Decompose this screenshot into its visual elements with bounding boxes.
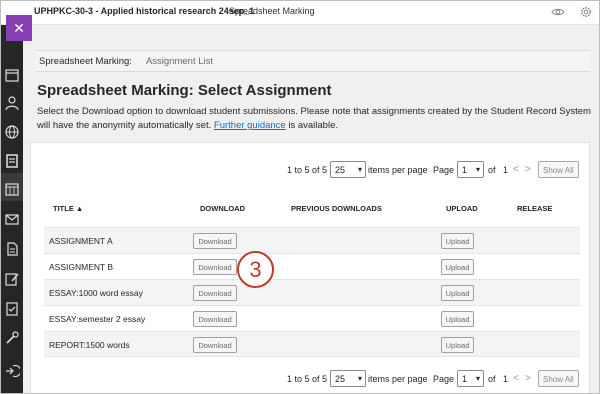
next-page-icon[interactable]: >	[525, 373, 531, 384]
close-button[interactable]: ✕	[6, 15, 32, 41]
page-select[interactable]: 1 ▾	[457, 370, 484, 387]
upload-button[interactable]: Upload	[441, 311, 474, 327]
instructions: Select the Download option to download s…	[37, 105, 593, 133]
spreadsheet-icon[interactable]	[4, 153, 20, 169]
download-button[interactable]: Download	[193, 285, 237, 301]
tools-icon[interactable]	[4, 330, 20, 346]
column-header-title[interactable]: TITLE ▲	[53, 204, 83, 213]
assignment-title: REPORT:1500 words	[49, 340, 130, 350]
breadcrumb-root[interactable]: Spreadsheet Marking:	[39, 56, 132, 67]
assignment-title: ESSAY:semester 2 essay	[49, 314, 146, 324]
breadcrumb-current: Assignment List	[145, 56, 214, 67]
tab-spreadsheet-marking[interactable]: Spreadsheet Marking	[229, 6, 315, 16]
chevron-down-icon: ▾	[357, 165, 362, 174]
globe-icon[interactable]	[4, 124, 20, 140]
chevron-down-icon: ▾	[475, 374, 480, 383]
left-nav	[1, 25, 23, 393]
column-header-previous-downloads: PREVIOUS DOWNLOADS	[291, 204, 382, 213]
calendar-grid-icon[interactable]	[4, 67, 20, 83]
people-icon[interactable]	[4, 95, 20, 111]
show-all-button[interactable]: Show All	[538, 161, 579, 178]
upload-button[interactable]: Upload	[441, 259, 474, 275]
main-content: Spreadsheet Marking: Assignment List Spre…	[23, 25, 599, 393]
table-row: ASSIGNMENT B Download Upload	[44, 253, 580, 279]
chevron-down-icon: ▾	[475, 165, 480, 174]
further-guidance-link[interactable]: Further guidance	[214, 120, 286, 131]
items-per-page-select[interactable]: 25 ▾	[330, 161, 366, 178]
pager-range: 1 to 5 of 5	[287, 165, 328, 175]
mail-icon[interactable]	[4, 211, 20, 227]
breadcrumb: Spreadsheet Marking: Assignment List	[36, 50, 590, 72]
column-header-download: DOWNLOAD	[200, 204, 245, 213]
preview-eye-icon[interactable]	[551, 5, 565, 19]
column-header-upload: UPLOAD	[446, 204, 478, 213]
calendar-icon[interactable]	[4, 181, 20, 197]
total-pages: 1	[503, 165, 509, 175]
logout-icon[interactable]	[4, 363, 22, 379]
close-icon: ✕	[13, 19, 25, 36]
table-row: ASSIGNMENT A Download Upload	[44, 227, 580, 253]
prev-page-icon[interactable]: <	[513, 373, 519, 384]
upload-button[interactable]: Upload	[441, 337, 474, 353]
settings-gear-icon[interactable]	[579, 5, 593, 19]
document-icon[interactable]	[4, 241, 20, 257]
course-title: UPHPKC-30-3 - Applied historical researc…	[34, 6, 255, 16]
of-label: of	[488, 374, 496, 384]
assignments-panel: 1 to 5 of 5 25 ▾ items per page Page 1 ▾ o…	[30, 142, 590, 393]
prev-page-icon[interactable]: <	[513, 164, 519, 175]
items-per-page-label: items per page	[368, 165, 428, 175]
app-window: UPHPKC-30-3 - Applied historical researc…	[0, 0, 600, 394]
next-page-icon[interactable]: >	[525, 164, 531, 175]
top-bar: UPHPKC-30-3 - Applied historical researc…	[1, 1, 599, 25]
chevron-down-icon: ▾	[357, 374, 362, 383]
download-button[interactable]: Download	[193, 233, 237, 249]
pager-top: 1 to 5 of 5 25 ▾ items per page Page 1 ▾ o…	[287, 161, 587, 179]
table-row: REPORT:1500 words Download Upload	[44, 331, 580, 357]
assignment-title: ASSIGNMENT A	[49, 236, 113, 246]
page-select[interactable]: 1 ▾	[457, 161, 484, 178]
upload-button[interactable]: Upload	[441, 233, 474, 249]
grades-icon[interactable]	[4, 301, 20, 317]
table-row: ESSAY:1000 word essay Download Upload	[44, 279, 580, 305]
total-pages: 1	[503, 374, 509, 384]
instructions-suffix: is available.	[288, 120, 338, 131]
table-row: ESSAY:semester 2 essay Download Upload	[44, 305, 580, 331]
column-header-release: RELEASE	[517, 204, 553, 213]
download-button[interactable]: Download	[193, 259, 237, 275]
download-button[interactable]: Download	[193, 337, 237, 353]
of-label: of	[488, 165, 496, 175]
pager-bottom: 1 to 5 of 5 25 ▾ items per page Page 1 ▾ o…	[287, 370, 587, 388]
assignment-title: ASSIGNMENT B	[49, 262, 114, 272]
assignment-title: ESSAY:1000 word essay	[49, 288, 143, 298]
page-label: Page	[433, 374, 455, 384]
items-per-page-label: items per page	[368, 374, 428, 384]
page-label: Page	[433, 165, 455, 175]
show-all-button[interactable]: Show All	[538, 370, 579, 387]
page-title: Spreadsheet Marking: Select Assignment	[37, 82, 332, 99]
edit-icon[interactable]	[4, 271, 20, 287]
step-number-badge: 3	[237, 251, 274, 288]
pager-range: 1 to 5 of 5	[287, 374, 328, 384]
upload-button[interactable]: Upload	[441, 285, 474, 301]
download-button[interactable]: Download	[193, 311, 237, 327]
items-per-page-select[interactable]: 25 ▾	[330, 370, 366, 387]
